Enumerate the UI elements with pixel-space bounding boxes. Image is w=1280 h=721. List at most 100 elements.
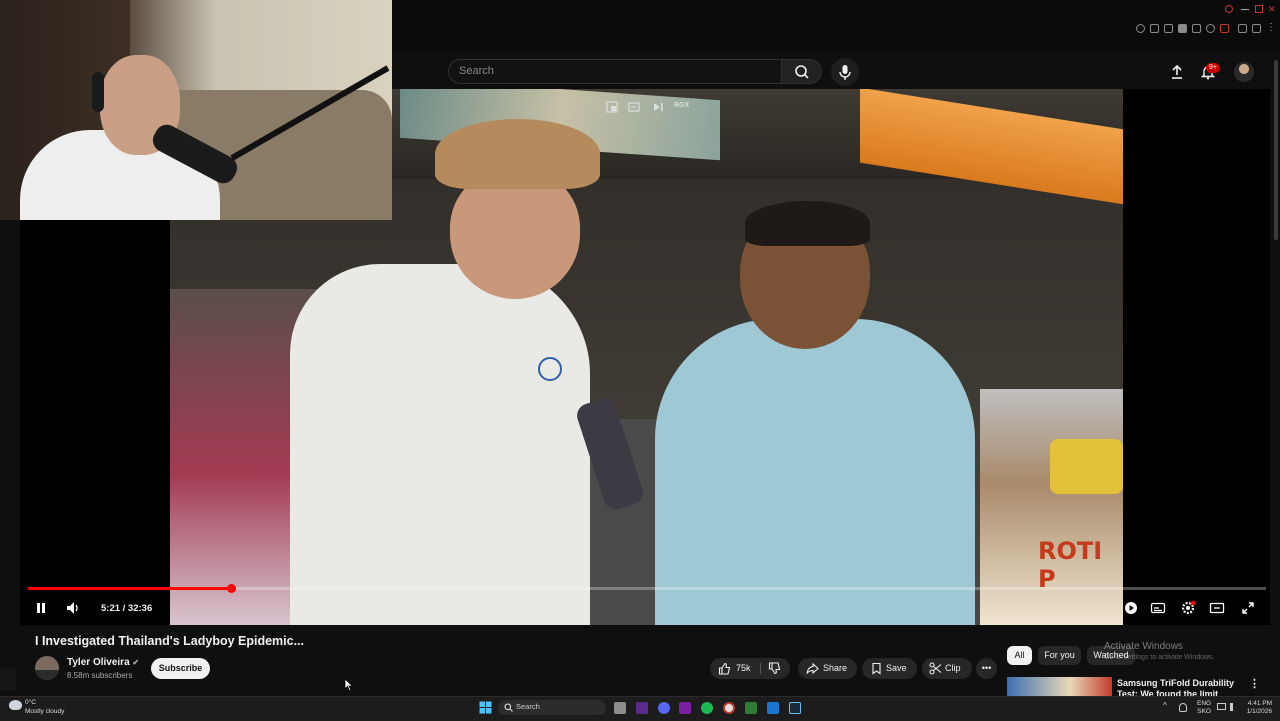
spotify-icon[interactable] [701, 702, 713, 714]
dislike-icon[interactable] [768, 662, 781, 675]
clock[interactable]: 4:41 PM 1/1/2026 [1244, 700, 1272, 716]
overlay-label: RGX [674, 102, 690, 109]
skip-icon[interactable] [652, 101, 664, 113]
chip-all[interactable]: All [1007, 646, 1032, 665]
tray-mic-icon[interactable] [1179, 703, 1187, 712]
pill-divider [760, 663, 761, 674]
browser-icon[interactable] [723, 702, 735, 714]
play-icon[interactable] [1192, 24, 1201, 33]
close-icon[interactable]: ✕ [1268, 5, 1276, 14]
search-placeholder: Search [459, 65, 494, 77]
watermark-title: Activate Windows [1104, 641, 1183, 652]
browser-toolbar: ✕ ⋮ [392, 0, 1280, 52]
video-menu-icon[interactable]: ⋮ [1249, 677, 1260, 690]
video-title: I Investigated Thailand's Ladyboy Epidem… [35, 634, 305, 648]
mouse-cursor [344, 678, 354, 692]
page-scrollbar[interactable] [1274, 60, 1278, 240]
account-avatar[interactable] [1234, 62, 1254, 82]
person-right-hair [745, 201, 870, 246]
speaker-icon[interactable] [1230, 703, 1237, 711]
search-button[interactable] [782, 59, 822, 84]
scissors-icon [929, 662, 942, 675]
tray-chevron-icon[interactable]: ^ [1163, 701, 1167, 710]
share-button[interactable]: Share [798, 658, 857, 679]
pause-icon[interactable] [33, 600, 49, 616]
progress-scrubber[interactable] [227, 584, 237, 593]
watermark-subtitle: Go to Settings to activate Windows. [1104, 654, 1215, 661]
app-icon-green[interactable] [745, 702, 757, 714]
upload-icon[interactable] [1170, 64, 1184, 80]
network-icon[interactable] [1217, 703, 1226, 710]
voice-search-button[interactable] [831, 58, 859, 86]
next-video-title-line1: Samsung TriFold Durability [1117, 678, 1235, 688]
mic-icon [839, 65, 851, 80]
app-icon-next[interactable] [679, 702, 691, 714]
twitch-icon[interactable] [636, 702, 648, 714]
like-icon[interactable] [718, 662, 731, 675]
next-video-thumbnail[interactable] [1007, 677, 1112, 696]
miniplayer-icon[interactable] [606, 101, 618, 113]
scene-bananas [1050, 439, 1123, 494]
zoom-icon[interactable] [1136, 24, 1145, 33]
cast-icon[interactable] [628, 101, 640, 113]
clock-date: 1/1/2026 [1246, 708, 1272, 715]
more-actions-button[interactable]: ••• [976, 658, 997, 679]
task-view-icon[interactable] [614, 702, 626, 714]
like-count[interactable]: 75k [736, 658, 751, 679]
like-dislike-group: 75k [710, 658, 790, 679]
weather-desc[interactable]: Mostly cloudy [25, 708, 64, 715]
taskbar-search-icon [504, 703, 513, 712]
taskbar-search[interactable]: Search [498, 700, 606, 715]
theater-mode-icon[interactable] [1209, 600, 1225, 616]
fullscreen-icon[interactable] [1240, 600, 1256, 616]
share-label: Share [823, 663, 848, 673]
clock-time: 4:41 PM [1247, 700, 1272, 707]
save-icon [872, 662, 881, 675]
heart-icon[interactable] [1206, 24, 1215, 33]
app-icon-blue[interactable] [767, 702, 779, 714]
taskbar-search-label: Search [516, 702, 540, 711]
settings-icon[interactable] [1180, 600, 1196, 616]
shield-icon[interactable] [1178, 24, 1187, 33]
chip-for-you[interactable]: For you [1038, 646, 1081, 665]
download-icon[interactable] [1252, 24, 1261, 33]
minimize-icon[interactable] [1241, 9, 1249, 10]
person-right-shirt [655, 319, 975, 625]
player-letterbox-right [1123, 89, 1270, 625]
channel-name-text: Tyler Oliveira [67, 657, 130, 668]
clip-button[interactable]: Clip [922, 658, 972, 679]
weather-temp[interactable]: 0°C [25, 699, 36, 706]
headphones [92, 72, 104, 112]
windows-start-icon[interactable] [479, 701, 492, 714]
person-left-hat [435, 119, 600, 189]
autoplay-icon[interactable] [1123, 600, 1139, 616]
subscribe-button[interactable]: Subscribe [151, 658, 210, 679]
volume-icon[interactable] [65, 600, 81, 616]
roti-sign: ROTI P [1038, 537, 1103, 593]
person-left-shirt [290, 264, 590, 625]
lang-line1: ENG [1197, 700, 1212, 707]
verified-icon: ✔ [132, 658, 140, 667]
tab-icon[interactable] [1164, 24, 1173, 33]
puzzle-icon[interactable] [1238, 24, 1247, 33]
search-input[interactable] [448, 59, 782, 84]
menu-icon[interactable]: ⋮ [1266, 22, 1276, 33]
save-button[interactable]: Save [862, 658, 917, 679]
maximize-icon[interactable] [1255, 5, 1263, 13]
extension-icon[interactable] [1220, 24, 1229, 33]
channel-avatar[interactable] [35, 656, 59, 680]
weather-icon[interactable] [9, 700, 22, 710]
record-icon[interactable] [1225, 5, 1233, 13]
webcam-overlay [0, 0, 392, 220]
more-icon: ••• [981, 663, 992, 673]
subtitles-icon[interactable] [1150, 600, 1166, 616]
player-letterbox-left [20, 220, 170, 625]
language-indicator[interactable]: ENG SKO [1197, 700, 1211, 716]
steam-icon[interactable] [789, 702, 801, 714]
discord-icon[interactable] [658, 702, 670, 714]
edge-panel [0, 668, 16, 690]
channel-name[interactable]: Tyler Oliveira ✔ [67, 657, 139, 668]
bookmark-icon[interactable] [1150, 24, 1159, 33]
time-display: 5:21 / 32:36 [101, 603, 153, 614]
search-icon [795, 65, 809, 79]
